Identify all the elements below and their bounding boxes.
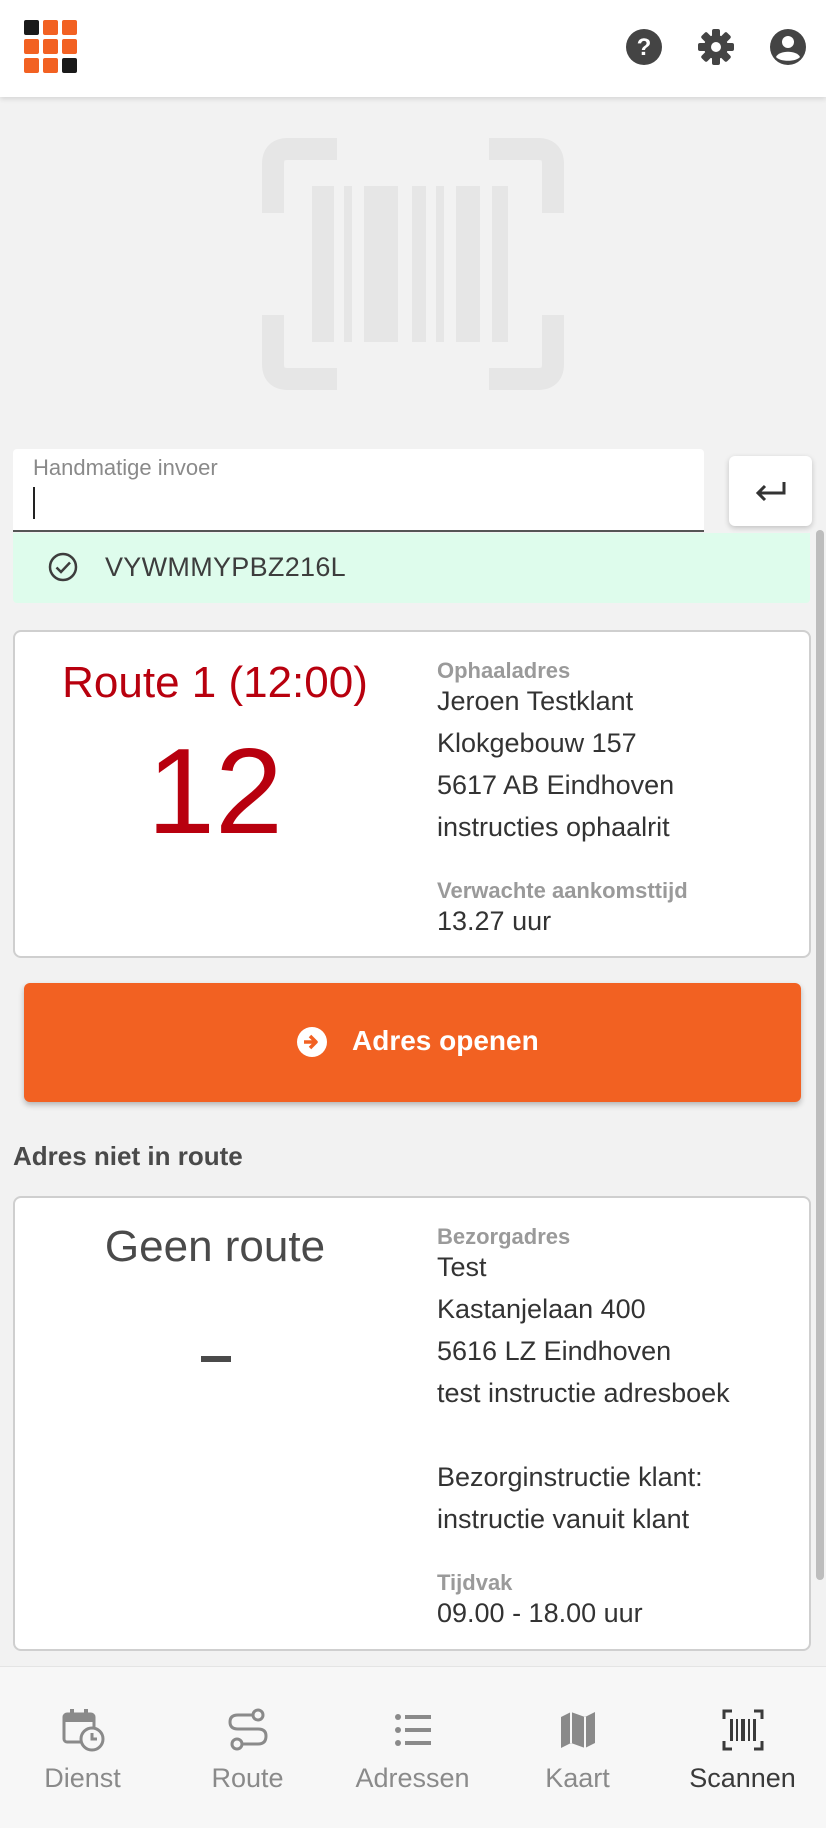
open-address-button[interactable]: Adres openen xyxy=(24,983,801,1102)
nav-label: Adressen xyxy=(355,1763,470,1793)
barcode-icon xyxy=(722,1709,764,1751)
map-icon xyxy=(561,1712,595,1748)
route-card[interactable]: Route 1 (12:00) 12 Ophaaladres Jeroen Te… xyxy=(13,630,811,958)
manual-input-container: Handmatige invoer xyxy=(13,449,704,532)
no-route-card[interactable]: Geen route Bezorgadres Test Kastanjelaan… xyxy=(13,1196,811,1651)
check-circle-icon xyxy=(48,552,78,582)
barcode-scanner-illustration-icon xyxy=(262,138,564,390)
enter-arrow-icon xyxy=(755,482,785,502)
nav-item-scannen[interactable]: Scannen xyxy=(660,1667,825,1828)
delivery-address-label: Bezorgadres xyxy=(437,1224,571,1249)
app-logo[interactable] xyxy=(24,20,80,76)
address-line: 5617 AB Eindhoven xyxy=(437,770,675,800)
manual-input-label: Handmatige invoer xyxy=(33,455,218,480)
nav-item-route[interactable]: Route xyxy=(165,1667,330,1828)
address-line: Test xyxy=(437,1252,487,1282)
nav-label: Kaart xyxy=(545,1763,610,1793)
stop-number: 12 xyxy=(147,723,283,859)
nav-label: Dienst xyxy=(44,1763,121,1793)
address-line: Kastanjelaan 400 xyxy=(437,1294,646,1324)
route-icon xyxy=(228,1708,268,1751)
instruction-line: Bezorginstructie klant: xyxy=(437,1462,703,1492)
calendar-clock-icon xyxy=(62,1709,105,1752)
scanned-code: VYWMMYPBZ216L xyxy=(105,552,346,582)
arrow-circle-icon xyxy=(297,1027,327,1057)
address-line: test instructie adresboek xyxy=(437,1378,730,1408)
nav-item-kaart[interactable]: Kaart xyxy=(495,1667,660,1828)
address-line: Klokgebouw 157 xyxy=(437,728,637,758)
no-route-dash xyxy=(201,1356,231,1362)
svg-text:?: ? xyxy=(637,34,652,61)
nav-item-adressen[interactable]: Adressen xyxy=(330,1667,495,1828)
no-route-title: Geen route xyxy=(104,1222,326,1271)
timeslot-label: Tijdvak xyxy=(437,1570,513,1595)
list-icon xyxy=(395,1714,431,1746)
nav-label: Route xyxy=(211,1763,284,1793)
nav-item-dienst[interactable]: Dienst xyxy=(0,1667,165,1828)
address-line: Jeroen Testklant xyxy=(437,686,634,716)
text-caret xyxy=(33,487,35,519)
scrollbar[interactable] xyxy=(816,530,824,1580)
help-icon[interactable]: ? xyxy=(624,27,664,67)
instruction-line: instructie vanuit klant xyxy=(437,1504,690,1534)
manual-input-field[interactable] xyxy=(33,485,673,525)
route-title: Route 1 (12:00) xyxy=(62,658,368,707)
submit-code-button[interactable] xyxy=(729,456,812,526)
address-line: 5616 LZ Eindhoven xyxy=(437,1336,672,1366)
pickup-address-label: Ophaaladres xyxy=(437,658,571,683)
not-in-route-heading: Adres niet in route xyxy=(13,1141,243,1171)
settings-icon[interactable] xyxy=(696,27,736,67)
address-line: instructies ophaalrit xyxy=(437,812,670,842)
nav-label: Scannen xyxy=(689,1763,796,1793)
timeslot-value: 09.00 - 18.00 uur xyxy=(437,1598,643,1628)
bottom-navigation: Dienst Route Adressen Kaart Scannen xyxy=(0,1666,826,1828)
open-address-label: Adres openen xyxy=(352,1025,539,1056)
top-app-bar: ? xyxy=(0,0,826,97)
scan-success-banner: VYWMMYPBZ216L xyxy=(13,533,810,603)
eta-value: 13.27 uur xyxy=(437,906,552,936)
eta-label: Verwachte aankomsttijd xyxy=(437,878,688,903)
account-icon[interactable] xyxy=(768,27,808,67)
